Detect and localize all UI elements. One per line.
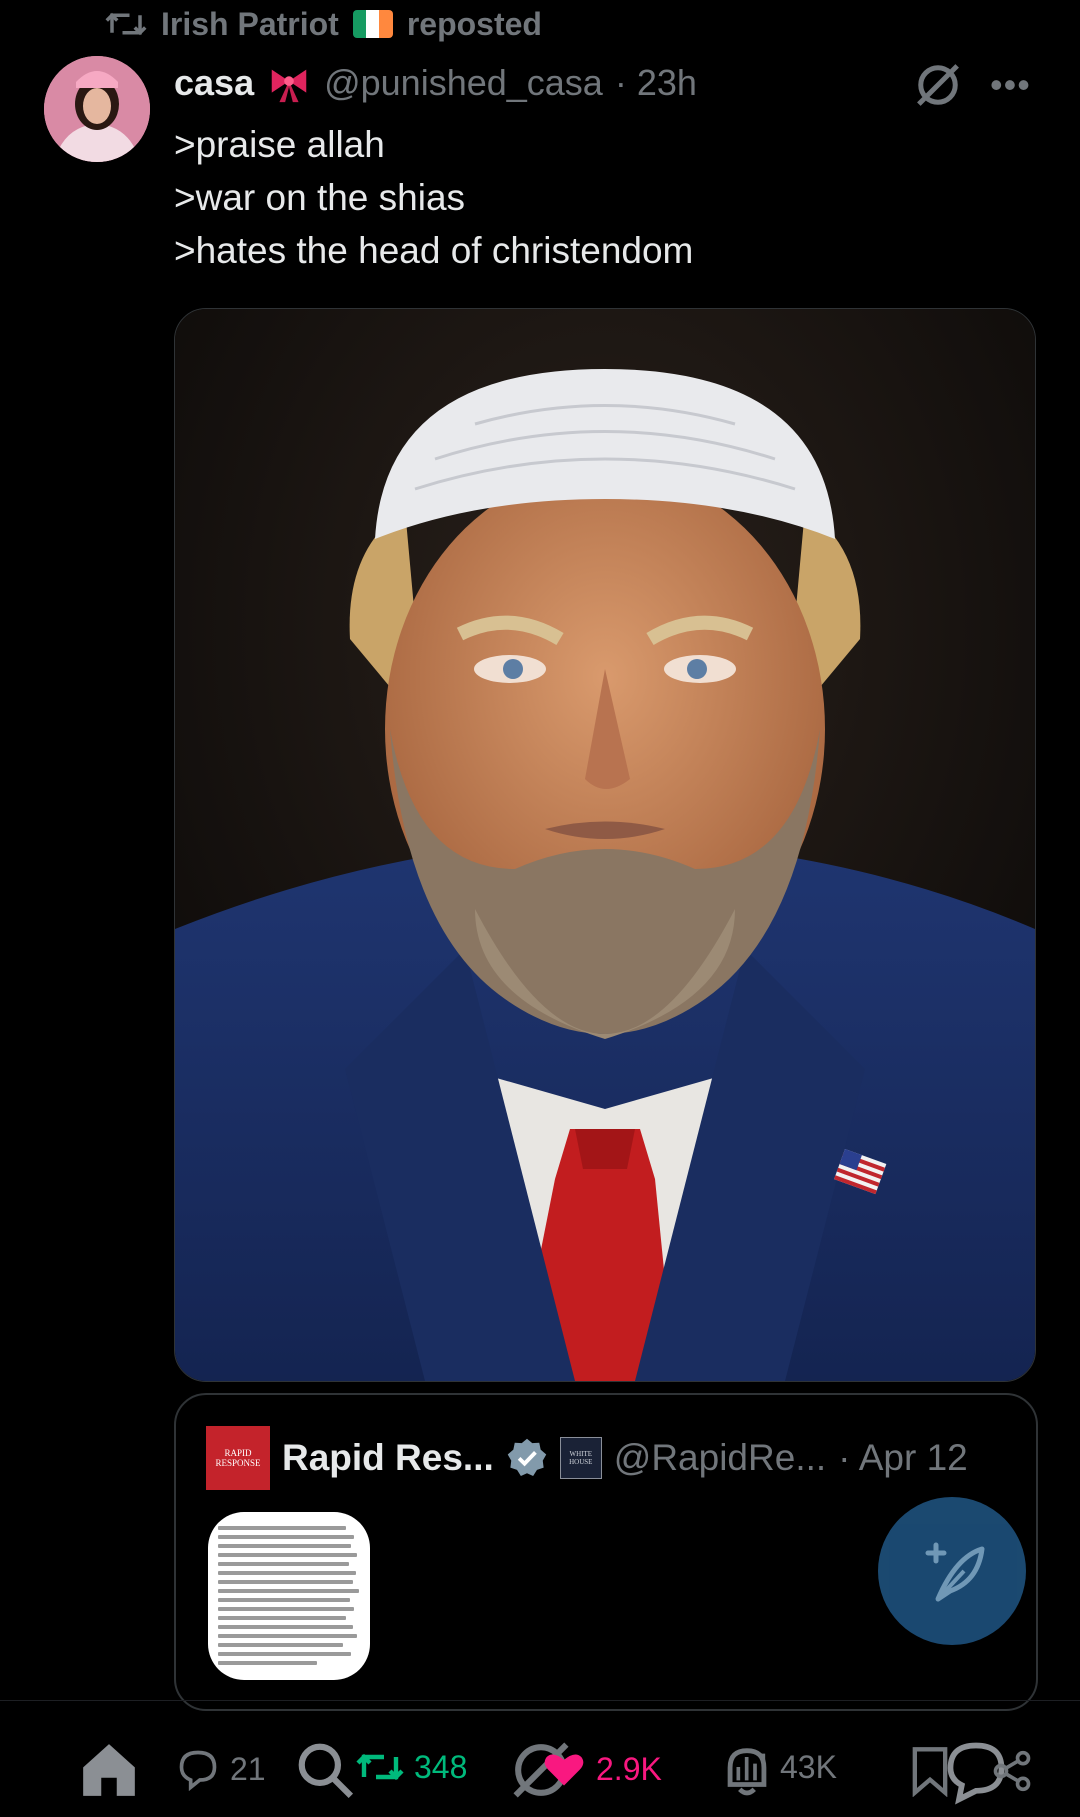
like-count: 2.9K — [596, 1750, 662, 1787]
post-image[interactable] — [174, 308, 1036, 1382]
verified-badge-icon — [507, 1438, 547, 1477]
share-icon[interactable] — [990, 1749, 1034, 1793]
home-icon[interactable] — [78, 1739, 140, 1801]
repost-icon — [105, 12, 147, 36]
white-house-affiliate-badge[interactable]: WHITE HOUSE — [559, 1437, 602, 1479]
bow-emoji-icon — [271, 69, 307, 103]
post-text: >praise allah >war on the shias >hates t… — [174, 118, 693, 277]
author-name[interactable]: casa — [174, 62, 254, 104]
quoted-author-handle[interactable]: @RapidRe... — [614, 1437, 826, 1479]
post-time: · 23h — [614, 62, 697, 103]
quoted-author-name[interactable]: Rapid Res... — [282, 1437, 494, 1479]
more-options-icon[interactable]: ••• — [990, 64, 1031, 106]
rapid-response-logo[interactable]: RAPID RESPONSE — [206, 1426, 270, 1490]
affiliate-badge-text: WHITE HOUSE — [569, 1450, 593, 1466]
views-button[interactable]: 43K — [730, 1747, 837, 1787]
heart-filled-icon — [544, 1754, 584, 1786]
reply-count: 21 — [230, 1750, 266, 1787]
ireland-flag-icon — [352, 10, 393, 38]
rapid-response-logo-text: RAPID RESPONSE — [215, 1448, 261, 1468]
quoted-post-date: · Apr 12 — [838, 1437, 968, 1478]
views-count: 43K — [780, 1748, 837, 1785]
avatar[interactable] — [44, 56, 150, 162]
search-icon[interactable] — [294, 1739, 356, 1801]
repost-active-icon — [356, 1753, 404, 1781]
quoted-post-thumbnail[interactable] — [208, 1512, 370, 1680]
post-line: >hates the head of christendom — [174, 230, 694, 271]
grok-icon[interactable] — [912, 62, 964, 108]
quoted-post-header: RAPID RESPONSE Rapid Res... WHITE HOUSE … — [206, 1426, 968, 1490]
compose-feather-icon — [925, 1542, 985, 1602]
repost-label: reposted — [406, 5, 542, 42]
reply-button[interactable]: 21 — [176, 1747, 266, 1791]
repost-indicator: Irish Patriot reposted — [105, 4, 542, 44]
post-header: casa @punished_casa · 23h — [174, 58, 697, 108]
reply-icon — [179, 1750, 217, 1791]
repost-user[interactable]: Irish Patriot — [161, 6, 339, 43]
post-line: >praise allah — [174, 124, 385, 165]
views-chart-icon — [736, 1753, 766, 1781]
compose-post-button[interactable] — [878, 1497, 1026, 1645]
like-button[interactable]: 2.9K — [542, 1747, 662, 1791]
author-handle[interactable]: @punished_casa — [324, 62, 603, 104]
avatar-image — [44, 56, 150, 162]
repost-button[interactable]: 348 — [356, 1747, 467, 1787]
action-bar: 21 348 2.9K 43K — [0, 1725, 1080, 1815]
post-line: >war on the shias — [174, 177, 466, 218]
repost-count: 348 — [414, 1748, 468, 1785]
portrait-illustration — [175, 309, 1035, 1381]
divider — [0, 1700, 1080, 1701]
